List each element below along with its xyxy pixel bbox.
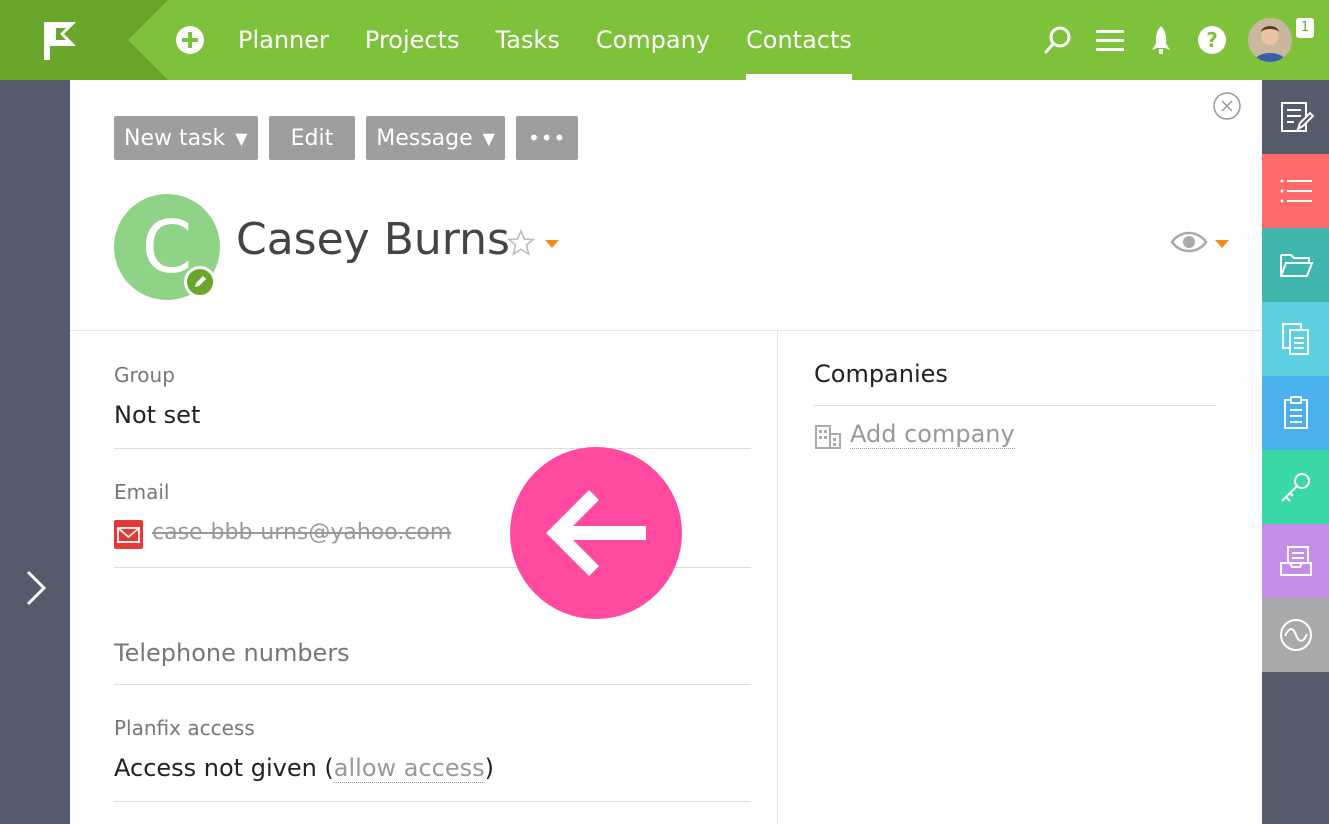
sidebar-documents[interactable] — [1262, 302, 1329, 376]
planfix-logo-icon[interactable] — [40, 18, 80, 64]
access-value-suffix: ) — [484, 754, 495, 782]
search-icon[interactable] — [1042, 24, 1074, 56]
field-divider — [114, 801, 751, 802]
chevron-right-icon[interactable] — [22, 568, 50, 608]
sidebar-analytics[interactable] — [1262, 598, 1329, 672]
allow-access-link[interactable]: allow access — [333, 754, 485, 783]
nav-contacts[interactable]: Contacts — [746, 0, 852, 80]
header-divider — [70, 330, 1262, 331]
notes-icon — [1280, 102, 1314, 132]
companies-divider — [814, 405, 1216, 406]
sidebar-key[interactable] — [1262, 450, 1329, 524]
arrow-left-icon — [546, 490, 646, 576]
add-plus-icon[interactable] — [174, 24, 206, 56]
help-icon[interactable]: ? — [1196, 24, 1228, 56]
top-bar: Planner Projects Tasks Company Contacts … — [0, 0, 1329, 80]
edit-button[interactable]: Edit — [268, 116, 356, 160]
user-photo-icon — [1248, 18, 1292, 62]
main-nav: Planner Projects Tasks Company Contacts — [174, 0, 888, 80]
menu-icon[interactable] — [1094, 24, 1126, 56]
message-label: Message — [376, 125, 473, 151]
email-label: Email — [114, 480, 170, 504]
folder-icon — [1279, 254, 1313, 277]
contact-panel: New task ▼ Edit Message ▼ ••• C Casey Bu… — [70, 80, 1262, 824]
left-collapse-strip[interactable] — [0, 80, 70, 824]
mail-icon — [114, 520, 143, 549]
watch-dropdown-caret-icon[interactable] — [1215, 240, 1229, 248]
companies-title: Companies — [814, 360, 948, 388]
more-dots-icon: ••• — [527, 126, 567, 150]
new-task-label: New task — [124, 125, 226, 151]
logo-block — [0, 0, 168, 80]
edit-label: Edit — [290, 125, 334, 151]
access-value: Access not given (allow access) — [114, 754, 495, 783]
dropdown-caret-icon: ▼ — [235, 128, 248, 148]
access-value-text: Access not given ( — [114, 754, 334, 782]
notification-badge[interactable]: 1 — [1296, 18, 1314, 38]
building-icon — [815, 425, 841, 449]
more-actions-button[interactable]: ••• — [515, 116, 579, 160]
sidebar-notes[interactable] — [1262, 80, 1329, 154]
key-icon — [1280, 473, 1310, 502]
add-company-link[interactable]: Add company — [850, 420, 1015, 449]
edit-avatar-pencil-icon[interactable] — [184, 266, 216, 298]
sidebar-list[interactable] — [1262, 154, 1329, 228]
svg-text:?: ? — [1206, 28, 1218, 52]
clipboard-icon — [1283, 396, 1308, 429]
favorite-star-icon[interactable] — [506, 228, 536, 258]
dropdown-caret-icon: ▼ — [482, 128, 495, 148]
nav-planner[interactable]: Planner — [238, 0, 329, 80]
group-value[interactable]: Not set — [114, 401, 200, 429]
field-divider — [114, 684, 751, 685]
nav-tasks[interactable]: Tasks — [496, 0, 560, 80]
list-icon — [1280, 179, 1312, 203]
sidebar-inbox[interactable] — [1262, 524, 1329, 598]
right-sidebar — [1262, 80, 1329, 824]
star-dropdown-caret-icon[interactable] — [545, 240, 559, 248]
sidebar-folder[interactable] — [1262, 228, 1329, 302]
analytics-icon — [1279, 619, 1312, 651]
new-task-button[interactable]: New task ▼ — [114, 116, 258, 160]
group-label: Group — [114, 363, 175, 387]
nav-projects[interactable]: Projects — [365, 0, 460, 80]
close-icon[interactable] — [1212, 91, 1242, 121]
planfix-access-label: Planfix access — [114, 716, 255, 740]
nav-company[interactable]: Company — [596, 0, 710, 80]
contact-toolbar: New task ▼ Edit Message ▼ ••• — [114, 116, 589, 160]
column-divider — [777, 331, 778, 824]
telephone-label[interactable]: Telephone numbers — [114, 639, 350, 667]
inbox-icon — [1279, 546, 1312, 576]
user-avatar[interactable] — [1248, 18, 1292, 62]
sidebar-clipboard[interactable] — [1262, 376, 1329, 450]
email-value[interactable]: case-bbb-urns@yahoo.com — [152, 520, 451, 545]
back-arrow-overlay[interactable] — [510, 447, 682, 619]
watch-eye-icon[interactable] — [1170, 228, 1208, 256]
rocket-icon[interactable] — [1145, 24, 1177, 56]
contact-name: Casey Burns — [236, 214, 510, 265]
documents-icon — [1281, 323, 1309, 355]
message-button[interactable]: Message ▼ — [366, 116, 505, 160]
